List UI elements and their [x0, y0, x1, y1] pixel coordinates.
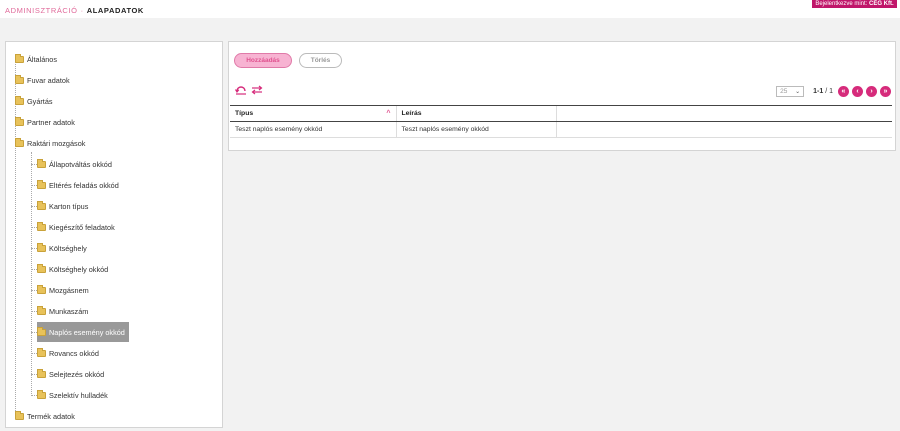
tree-item-termek-adatok[interactable]: Termék adatok — [15, 410, 75, 422]
folder-icon — [37, 179, 46, 189]
sort-ascending-icon[interactable]: ^ — [386, 110, 390, 117]
table-header-row: Típus ^ Leírás — [230, 105, 892, 122]
tree-item-label: Munkaszám — [49, 306, 89, 316]
tree-item-label: Partner adatok — [27, 117, 75, 127]
column-header-tipus[interactable]: Típus ^ — [230, 105, 396, 122]
tree-item-altalanos[interactable]: Általános — [15, 53, 57, 65]
folder-icon — [37, 284, 46, 294]
folder-icon — [15, 95, 24, 105]
tree-item-child[interactable]: Munkaszám — [37, 305, 88, 317]
tree-item-label: Gyártás — [27, 96, 53, 106]
folder-icon — [37, 221, 46, 231]
login-user[interactable]: CÉG Kft. — [869, 1, 894, 7]
folder-icon — [15, 410, 24, 420]
tree-item-label: Költséghely — [49, 243, 87, 253]
folder-icon — [37, 242, 46, 252]
page-size-select[interactable]: 25 ⌄ — [776, 85, 805, 97]
folder-icon — [37, 347, 46, 357]
tree-item-child[interactable]: Mozgásnem — [37, 284, 89, 296]
last-page-icon[interactable]: » — [880, 85, 891, 97]
chevron-down-icon: ⌄ — [795, 88, 801, 95]
folder-icon — [15, 137, 24, 147]
tree-item-label: Mozgásnem — [49, 285, 89, 295]
folder-icon — [37, 305, 46, 315]
column-header-empty — [555, 105, 892, 122]
folder-icon — [37, 389, 46, 399]
folder-icon — [37, 368, 46, 378]
swap-icon[interactable] — [251, 85, 263, 95]
category-tree: Általános Fuvar adatok Gyártás Partner a… — [5, 41, 223, 428]
tree-item-label: Termék adatok — [27, 411, 75, 421]
tree-item-label: Selejtezés okkód — [49, 369, 105, 379]
tree-item-label: Eltérés feladás okkód — [49, 180, 119, 190]
tree-connector-root — [15, 58, 16, 417]
tree-item-child-selected[interactable]: Naplós esemény okkód — [37, 326, 125, 338]
tree-item-label: Naplós esemény okkód — [49, 327, 125, 337]
prev-page-icon[interactable]: ‹ — [852, 85, 863, 97]
folder-icon — [37, 326, 46, 336]
folder-icon — [37, 200, 46, 210]
tree-item-label: Általános — [27, 54, 58, 64]
tree-item-child[interactable]: Költséghely okkód — [37, 263, 108, 275]
tree-item-label: Fuvar adatok — [27, 75, 70, 85]
folder-icon — [15, 74, 24, 84]
top-bar: ADMINISZTRÁCIÓ · ALAPADATOK Bejelentkezve … — [0, 0, 900, 18]
folder-icon — [15, 53, 24, 63]
folder-icon — [15, 116, 24, 126]
folder-icon — [37, 158, 46, 168]
tree-item-label: Rovancs okkód — [49, 348, 99, 358]
tree-item-label: Raktári mozgások — [27, 138, 86, 148]
breadcrumb: ADMINISZTRÁCIÓ · ALAPADATOK — [5, 6, 144, 15]
column-header-label: Típus — [235, 110, 254, 117]
tree-item-child[interactable]: Selejtezés okkód — [37, 368, 104, 380]
add-button[interactable]: Hozzáadás — [234, 53, 292, 68]
column-header-leiras[interactable]: Leírás — [395, 105, 556, 122]
login-status: Bejelentkezve mint: CÉG Kft. — [812, 0, 897, 8]
tree-item-partner-adatok[interactable]: Partner adatok — [15, 116, 75, 128]
tree-item-child[interactable]: Költséghely — [37, 242, 87, 254]
table-cell-leiras: Teszt naplós esemény okkód — [395, 121, 556, 138]
next-page-icon[interactable]: › — [866, 85, 877, 97]
table-cell-empty — [555, 121, 892, 138]
records-panel: Hozzáadás Törlés 25 ⌄ 1-1 / 1 « ‹ › » Tí… — [228, 41, 896, 151]
login-prefix: Bejelentkezve mint: — [815, 1, 870, 7]
tree-item-child[interactable]: Állapotváltás okkód — [37, 158, 112, 170]
page-range-total: / 1 — [825, 87, 833, 95]
breadcrumb-separator: · — [80, 6, 84, 15]
tree-item-label: Szelektív hulladék — [49, 390, 108, 400]
first-page-icon[interactable]: « — [838, 85, 849, 97]
records-table: Típus ^ Leírás Teszt naplós esemény okkód… — [230, 105, 892, 138]
tree-item-child[interactable]: Kiegészítő feladatok — [37, 221, 115, 233]
breadcrumb-item-current: ALAPADATOK — [86, 6, 144, 15]
tree-item-child[interactable]: Szelektív hulladék — [37, 389, 108, 401]
breadcrumb-item-admin[interactable]: ADMINISZTRÁCIÓ — [5, 6, 78, 15]
refresh-icon[interactable] — [235, 85, 247, 95]
page-range-current: 1-1 — [813, 87, 824, 95]
tree-item-label: Kiegészítő feladatok — [49, 222, 115, 232]
tree-item-label: Állapotváltás okkód — [49, 159, 112, 169]
tree-item-raktari-mozgasok[interactable]: Raktári mozgások — [15, 137, 85, 149]
tree-item-gyartas[interactable]: Gyártás — [15, 95, 53, 107]
tree-connector-children — [31, 152, 32, 396]
tree-item-child[interactable]: Karton típus — [37, 200, 88, 212]
page-range: 1-1 / 1 — [813, 88, 833, 95]
folder-icon — [37, 263, 46, 273]
table-row[interactable]: Teszt naplós esemény okkód Teszt naplós … — [230, 121, 892, 138]
tree-item-fuvar-adatok[interactable]: Fuvar adatok — [15, 74, 70, 86]
page-size-value: 25 — [780, 87, 788, 95]
tree-item-label: Karton típus — [49, 201, 89, 211]
table-cell-tipus: Teszt naplós esemény okkód — [230, 121, 396, 138]
tree-item-child[interactable]: Eltérés feladás okkód — [37, 179, 119, 191]
tree-item-child[interactable]: Rovancs okkód — [37, 347, 99, 359]
delete-button[interactable]: Törlés — [299, 53, 342, 68]
tree-item-label: Költséghely okkód — [49, 264, 109, 274]
pagination: 25 ⌄ 1-1 / 1 « ‹ › » — [776, 85, 891, 97]
column-header-label: Leírás — [401, 110, 422, 117]
